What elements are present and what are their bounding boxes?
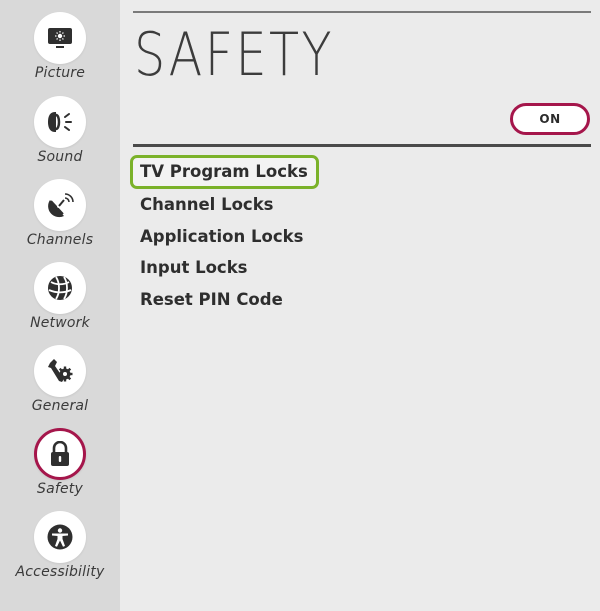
sidebar-item-accessibility[interactable]: Accessibility bbox=[0, 511, 120, 591]
sidebar-item-label: Safety bbox=[37, 481, 83, 497]
section-divider bbox=[133, 144, 591, 147]
sidebar-item-label: Sound bbox=[37, 149, 83, 165]
network-icon bbox=[34, 262, 86, 314]
sidebar-item-channels[interactable]: Channels bbox=[0, 179, 120, 259]
menu-item-application-locks[interactable]: Application Locks bbox=[130, 222, 303, 252]
sidebar-item-sound[interactable]: Sound bbox=[0, 96, 120, 176]
sidebar-item-label: Channels bbox=[26, 232, 94, 248]
page-title: SAFETY bbox=[134, 20, 335, 90]
channels-icon bbox=[34, 179, 86, 231]
sidebar-item-label: Accessibility bbox=[15, 564, 105, 580]
sidebar-item-label: Picture bbox=[34, 65, 86, 81]
sidebar-item-label: Network bbox=[30, 315, 90, 331]
settings-sidebar: Picture Sound Channels Network General S… bbox=[0, 0, 120, 611]
sidebar-item-general[interactable]: General bbox=[0, 345, 120, 425]
header-divider bbox=[133, 11, 591, 13]
sidebar-item-label: General bbox=[31, 398, 89, 414]
accessibility-icon bbox=[34, 511, 86, 563]
sidebar-item-safety[interactable]: Safety bbox=[0, 428, 120, 508]
sound-icon bbox=[34, 96, 86, 148]
menu-item-reset-pin-code[interactable]: Reset PIN Code bbox=[130, 285, 283, 315]
lock-icon bbox=[34, 428, 86, 480]
tv-settings-screen: Picture Sound Channels Network General S… bbox=[0, 0, 600, 611]
safety-toggle-button[interactable]: ON bbox=[510, 103, 590, 135]
picture-icon bbox=[34, 12, 86, 64]
menu-item-channel-locks[interactable]: Channel Locks bbox=[130, 190, 274, 220]
general-icon bbox=[34, 345, 86, 397]
menu-item-tv-program-locks[interactable]: TV Program Locks bbox=[130, 155, 319, 189]
menu-item-input-locks[interactable]: Input Locks bbox=[130, 253, 248, 283]
sidebar-item-picture[interactable]: Picture bbox=[0, 12, 120, 92]
sidebar-item-network[interactable]: Network bbox=[0, 262, 120, 342]
